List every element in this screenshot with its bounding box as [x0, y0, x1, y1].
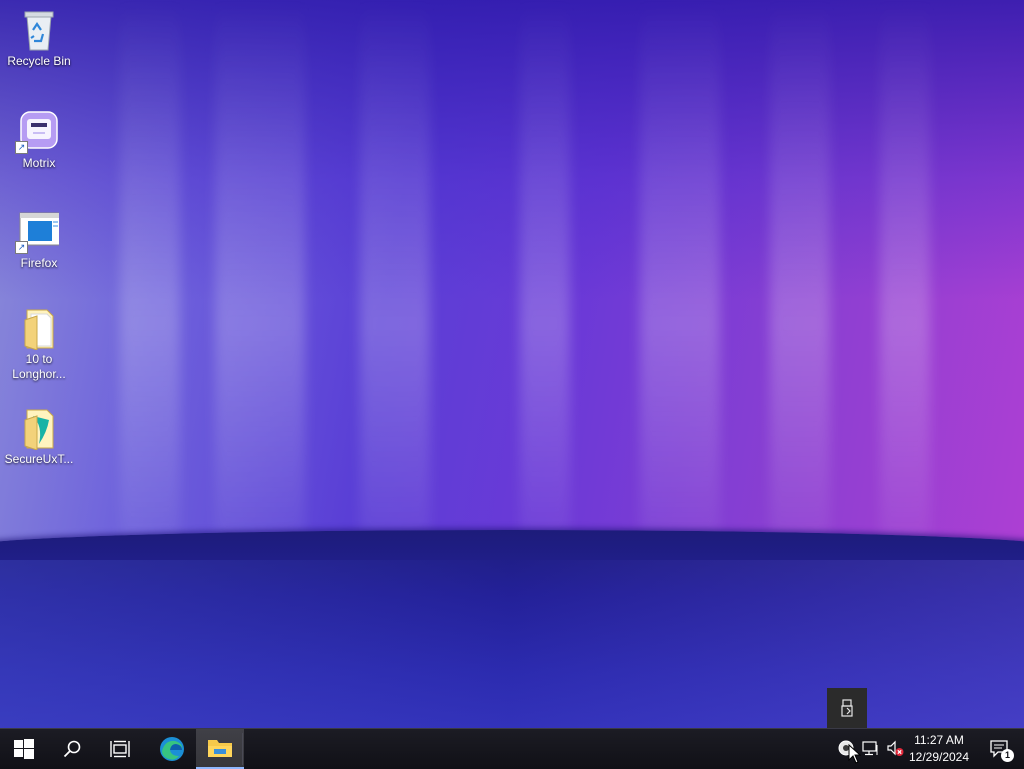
desktop-icon-label: Firefox	[20, 256, 58, 270]
tray-clock[interactable]: 11:27 AM 12/29/2024	[906, 732, 972, 766]
motrix-app-icon: ↗	[15, 110, 59, 154]
task-view-icon	[110, 740, 130, 758]
clock-date: 12/29/2024	[908, 750, 970, 764]
wallpaper-light-ray	[640, 0, 720, 540]
mouse-cursor-icon	[848, 744, 862, 764]
recycle-bin-icon	[19, 8, 59, 52]
taskbar-file-explorer-button[interactable]	[196, 729, 244, 769]
windows-logo-icon	[14, 739, 34, 759]
network-icon[interactable]	[862, 739, 880, 757]
taskbar-separator	[242, 733, 243, 765]
search-button[interactable]	[48, 729, 96, 769]
notification-count-badge: 1	[1001, 749, 1014, 762]
wallpaper-light-ray	[770, 0, 830, 540]
desktop-icon-secureuxt[interactable]: SecureUxT...	[2, 406, 76, 467]
desktop-icon-firefox[interactable]: ↗ Firefox	[2, 210, 76, 271]
desktop-icon-label: 10 to Longhor...	[12, 352, 66, 381]
secureux-folder-icon	[19, 406, 59, 451]
desktop-icon-label: SecureUxT...	[4, 452, 74, 466]
wallpaper-light-ray	[215, 0, 305, 540]
wallpaper-light-ray	[880, 0, 930, 540]
start-button[interactable]	[0, 729, 48, 769]
wallpaper-ground-glow	[0, 560, 1024, 728]
desktop-icon-label: Motrix	[22, 156, 56, 170]
folder-icon	[19, 306, 59, 351]
wallpaper-light-ray	[120, 0, 180, 540]
desktop-icon-recycle-bin[interactable]: Recycle Bin	[2, 8, 76, 69]
edge-icon	[160, 737, 184, 761]
wallpaper-light-ray	[360, 0, 430, 540]
task-view-button[interactable]	[96, 729, 144, 769]
shortcut-arrow-icon: ↗	[15, 241, 28, 254]
usb-eject-flyout[interactable]	[827, 688, 867, 728]
taskbar: 11:27 AM 12/29/2024 1	[0, 728, 1024, 769]
search-icon	[63, 740, 81, 758]
desktop-icon-label: Recycle Bin	[7, 54, 71, 68]
firefox-shortcut-icon: ↗	[15, 210, 61, 254]
taskbar-edge-button[interactable]	[148, 729, 196, 769]
volume-muted-icon[interactable]	[886, 739, 904, 757]
clock-time: 11:27 AM	[914, 733, 964, 747]
shortcut-arrow-icon: ↗	[15, 141, 28, 154]
file-explorer-icon	[208, 740, 232, 757]
usb-drive-icon	[841, 699, 853, 717]
desktop-icon-10-to-longhorn[interactable]: 10 to Longhor...	[2, 306, 76, 382]
desktop-icon-motrix[interactable]: ↗ Motrix	[2, 110, 76, 171]
action-center-button[interactable]: 1	[976, 729, 1024, 769]
desktop-wallpaper[interactable]: Recycle Bin ↗ Motrix ↗ Firefox 10 to Lon…	[0, 0, 1024, 728]
wallpaper-light-ray	[520, 0, 570, 540]
